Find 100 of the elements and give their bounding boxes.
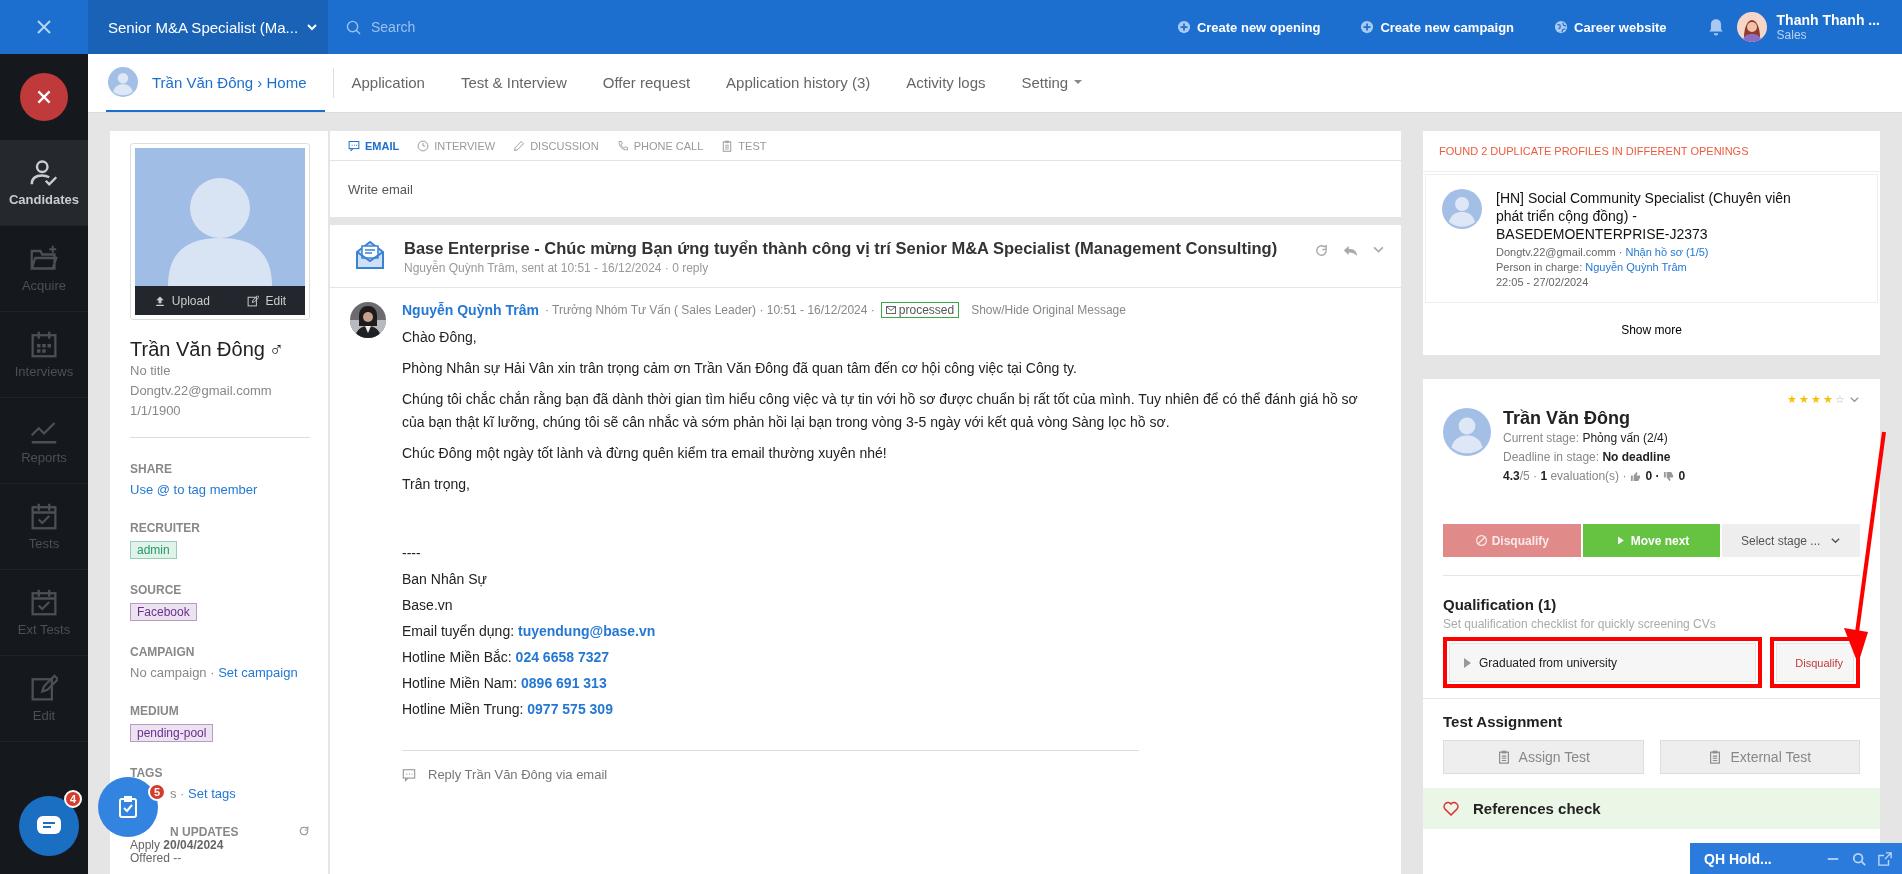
nav-tab[interactable]: Trần Văn Đông › Home [106, 54, 325, 112]
tag-member-link[interactable]: Use @ to tag member [130, 482, 258, 497]
nav-tab[interactable]: Setting [1003, 54, 1101, 112]
show-more-button[interactable]: Show more [1621, 305, 1682, 355]
opening-selector[interactable]: Senior M&A Specialist (Ma... [88, 0, 328, 54]
refresh-icon[interactable] [298, 825, 310, 837]
chat-title: QH Hold... [1704, 850, 1773, 867]
qualification-item[interactable]: Graduated from university [1449, 643, 1757, 682]
email-paragraph: Trân trọng, [402, 475, 471, 494]
external-link-icon[interactable] [1878, 851, 1892, 866]
empty-value: No campaign · [130, 665, 215, 680]
edit-icon [247, 294, 260, 307]
header-link[interactable]: Create new opening [1176, 19, 1321, 35]
duplicate-profile-card[interactable]: [HN] Social Community Specialist (Chuyên viên phát triển cộng đồng) - BASEDEMOENTERPRISE-J2373 Dongtv.22@gmail.comm · Nhận hồ sơ (1/5) Person in charge: Nguyễn Quỳnh Trâm 22:05 - 27/02/2024 [1425, 174, 1878, 303]
clipboard-icon [721, 139, 734, 152]
section-title: Test Assignment [1443, 713, 1564, 730]
chat-icon [348, 139, 360, 152]
thumbs-up-icon [1630, 471, 1642, 482]
section-heading: CAMPAIGN [130, 645, 195, 659]
chevron-down-icon[interactable] [1849, 394, 1860, 405]
activity-tab[interactable]: TEST [721, 130, 767, 161]
nav-tab[interactable]: Application history (3) [708, 54, 889, 112]
photo-action[interactable]: Edit [241, 292, 293, 309]
photo-action[interactable]: Upload [147, 292, 216, 309]
avatar-icon [1442, 189, 1482, 229]
user-check-icon [30, 158, 58, 186]
header-link[interactable]: Create new campaign [1360, 19, 1515, 35]
phone-icon [616, 139, 629, 152]
search-field[interactable]: Search [369, 18, 669, 36]
empty-value: s · [170, 786, 185, 801]
test-button[interactable]: Assign Test [1443, 740, 1644, 774]
toggle-original-link[interactable]: Show/Hide Original Message [971, 303, 1126, 317]
section-heading: SOURCE [130, 583, 182, 597]
candidate-email: Dongtv.22@gmail.comm [130, 382, 273, 400]
email-input[interactable]: Write email [330, 161, 1401, 217]
signature-line: Ban Nhân Sự [402, 570, 488, 589]
calendar-icon [30, 330, 58, 358]
avatar-icon [1443, 408, 1491, 456]
bell-icon[interactable] [1706, 18, 1725, 36]
clock-icon [417, 139, 430, 152]
disqualify-button[interactable]: Disqualify [1776, 643, 1854, 682]
plus-icon [1176, 20, 1191, 34]
set-link[interactable]: Set campaign [218, 665, 298, 680]
nav-tab[interactable]: Test & Interview [442, 54, 585, 112]
activity-tab[interactable]: INTERVIEW [417, 130, 496, 161]
avatar-icon [108, 67, 138, 97]
activity-tab[interactable]: PHONE CALL [616, 130, 704, 161]
sidebar-item[interactable]: Candidates [0, 140, 88, 226]
nav-tab[interactable]: Activity logs [888, 54, 1004, 112]
test-button[interactable]: External Test [1659, 740, 1860, 774]
chat-icon [37, 816, 61, 836]
stage-select[interactable]: Select stage ... [1722, 524, 1860, 557]
section-heading: MEDIUM [130, 704, 179, 718]
caret-icon [1464, 657, 1471, 668]
duplicate-warning: FOUND 2 DUPLICATE PROFILES IN DIFFERENT OPENINGS [1423, 131, 1880, 172]
score: 4.3/5 · 1 evaluation(s) · [1503, 468, 1627, 485]
set-link[interactable]: Set tags [188, 786, 236, 801]
tag-label: Facebook [130, 603, 197, 621]
reply-link[interactable]: Reply Trần Văn Đông via email [428, 767, 608, 782]
stage-info: Current stage: Phỏng vấn (2/4) [1503, 430, 1669, 447]
section-heading: SHARE [130, 462, 172, 476]
update-line: Offered -- [130, 852, 183, 865]
heart-icon [1443, 801, 1459, 816]
header-link[interactable]: Career website [1554, 19, 1667, 35]
search-icon[interactable] [1852, 851, 1866, 866]
nav-tab[interactable]: Application [333, 54, 443, 112]
refresh-icon[interactable] [1314, 243, 1329, 258]
section-hint: Set qualification checklist for quickly screening CVs [1443, 617, 1717, 631]
duplicate-time: 22:05 - 27/02/2024 [1496, 276, 1590, 288]
update-line: Apply 20/04/2024 [130, 839, 225, 852]
deadline-info: Deadline in stage: No deadline [1503, 449, 1672, 466]
person-label: Person in charge: [1496, 261, 1583, 273]
close-icon[interactable] [36, 19, 52, 35]
email-meta: Nguyễn Quỳnh Trâm, sent at 10:51 - 16/12/2024 · 0 reply [404, 261, 710, 275]
calendar-check-icon [30, 502, 58, 530]
duplicate-email: Dongtv.22@gmail.comm · [1496, 246, 1623, 258]
search-icon [346, 19, 361, 35]
reply-icon[interactable] [1343, 243, 1358, 258]
activity-tab[interactable]: EMAIL [348, 130, 400, 161]
candidate-title: No title [130, 362, 172, 380]
person-link[interactable]: Nguyễn Quỳnh Trâm [1585, 261, 1687, 273]
close-icon [35, 88, 53, 106]
pencil-icon [513, 139, 526, 152]
chat-widget[interactable]: QH Hold... [1690, 843, 1902, 874]
sender-name[interactable]: Nguyễn Quỳnh Trâm [402, 302, 539, 318]
close-button[interactable] [20, 73, 68, 121]
tag-label: pending-pool [130, 724, 214, 742]
stage-link[interactable]: Nhận hồ sơ (1/5) [1625, 246, 1709, 258]
section-heading: N UPDATES [169, 825, 239, 839]
activity-tab[interactable]: DISCUSSION [513, 130, 599, 161]
signature-line: ---- [402, 544, 422, 563]
avatar-icon[interactable] [1736, 12, 1767, 42]
globe-icon [1554, 20, 1569, 34]
candidate-name: Trần Văn Đông [1503, 408, 1631, 429]
nav-tab[interactable]: Offer request [584, 54, 709, 112]
status-badge: processed [880, 302, 960, 318]
email-paragraph: Chúng tôi chắc chắn rằng bạn đã dành thời gian tìm hiểu công việc và tự tin với hồ sơ được chuẩn bị rất tốt của mình. Tuy nhiên để có thể đánh giá hồ sơ của bạn thật kĩ lưỡng, chúng tôi sẽ cân nhắc và sớm phản hồi lại bạn trong vòng 3-5 ngày với kết quả vòng Sàng lọc hồ sơ. [402, 390, 1359, 432]
section-heading: RECRUITER [130, 521, 200, 535]
ban-icon [1474, 534, 1488, 547]
chevron-down-icon [306, 21, 319, 33]
